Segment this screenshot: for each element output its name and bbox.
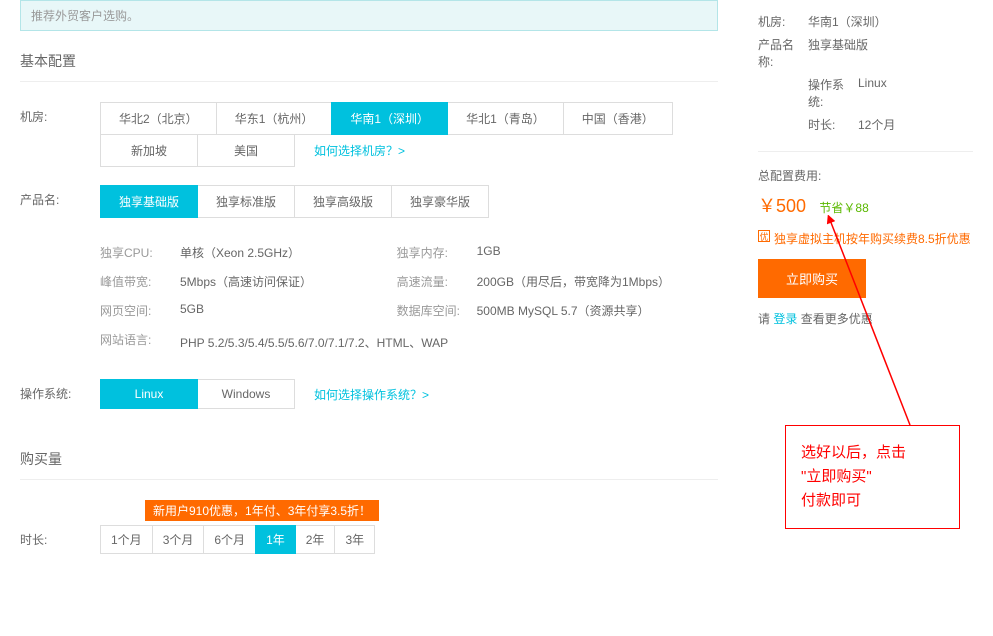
- notice-banner: 推荐外贸客户选购。: [20, 0, 718, 31]
- annotation-callout: 选好以后，点击 "立即购买" 付款即可: [785, 425, 960, 529]
- section-basic-config: 基本配置: [20, 41, 718, 82]
- spec-web-value: 5GB: [180, 302, 397, 319]
- product-tab-standard[interactable]: 独享标准版: [197, 185, 295, 218]
- spec-lang-label: 网站语言:: [100, 331, 180, 355]
- location-tab-hongkong[interactable]: 中国（香港）: [563, 102, 673, 135]
- duration-tab-1y[interactable]: 1年: [255, 525, 296, 554]
- summary-duration-value: 12个月: [858, 116, 973, 133]
- summary-location-value: 华南1（深圳）: [808, 13, 973, 30]
- label-product: 产品名:: [20, 185, 100, 208]
- location-tab-usa[interactable]: 美国: [197, 134, 295, 167]
- location-tab-hangzhou[interactable]: 华东1（杭州）: [216, 102, 333, 135]
- annotation-arrow: [800, 215, 960, 435]
- duration-promo-banner: 新用户910优惠，1年付、3年付享3.5折！: [145, 500, 379, 521]
- price-total-label: 总配置费用:: [758, 167, 973, 184]
- summary-product-value: 独享基础版: [808, 36, 973, 70]
- spec-lang-value: PHP 5.2/5.3/5.4/5.5/5.6/7.0/7.1/7.2、HTML…: [180, 331, 693, 355]
- summary-duration-label: 时长:: [808, 116, 858, 133]
- spec-traffic-value: 200GB（用尽后，带宽降为1Mbps）: [477, 273, 694, 290]
- notice-text: 推荐外贸客户选购。: [31, 9, 139, 23]
- summary-product-label: 产品名称:: [758, 36, 808, 70]
- spec-cpu-value: 单核（Xeon 2.5GHz）: [180, 244, 397, 261]
- spec-bw-value: 5Mbps（高速访问保证）: [180, 273, 397, 290]
- location-tab-qingdao[interactable]: 华北1（青岛）: [447, 102, 564, 135]
- label-os: 操作系统:: [20, 379, 100, 402]
- section-quantity: 购买量: [20, 439, 718, 480]
- spec-bw-label: 峰值带宽:: [100, 273, 180, 290]
- summary-os-value: Linux: [858, 76, 973, 110]
- os-tab-linux[interactable]: Linux: [100, 379, 198, 409]
- os-tab-windows[interactable]: Windows: [197, 379, 295, 409]
- location-tab-shenzhen[interactable]: 华南1（深圳）: [331, 102, 448, 135]
- spec-mem-label: 独享内存:: [397, 244, 477, 261]
- label-duration: 时长:: [20, 525, 100, 548]
- label-location: 机房:: [20, 102, 100, 125]
- location-tab-beijing[interactable]: 华北2（北京）: [100, 102, 217, 135]
- spec-cpu-label: 独享CPU:: [100, 244, 180, 261]
- duration-tab-3y[interactable]: 3年: [334, 525, 375, 554]
- spec-traffic-label: 高速流量:: [397, 273, 477, 290]
- product-tab-basic[interactable]: 独享基础版: [100, 185, 198, 218]
- spec-db-label: 数据库空间:: [397, 302, 477, 319]
- os-help-link[interactable]: 如何选择操作系统？>: [314, 386, 429, 403]
- duration-tab-3m[interactable]: 3个月: [152, 525, 205, 554]
- price-amount: ￥500: [758, 196, 806, 216]
- spec-mem-value: 1GB: [477, 244, 694, 261]
- summary-panel: 机房: 华南1（深圳） 产品名称: 独享基础版 操作系统: Linux 时长: …: [758, 10, 973, 136]
- duration-tab-6m[interactable]: 6个月: [203, 525, 256, 554]
- duration-tab-1m[interactable]: 1个月: [100, 525, 153, 554]
- spec-web-label: 网页空间:: [100, 302, 180, 319]
- summary-location-label: 机房:: [758, 13, 808, 30]
- product-tab-advanced[interactable]: 独享高级版: [294, 185, 392, 218]
- product-tab-deluxe[interactable]: 独享豪华版: [391, 185, 489, 218]
- summary-os-label: 操作系统:: [808, 76, 858, 110]
- price-save: 节省￥88: [819, 201, 868, 215]
- login-link[interactable]: 登录: [773, 312, 797, 326]
- location-tab-singapore[interactable]: 新加坡: [100, 134, 198, 167]
- promo-icon: 优: [758, 230, 770, 242]
- location-help-link[interactable]: 如何选择机房？>: [314, 142, 405, 159]
- duration-tab-2y[interactable]: 2年: [295, 525, 336, 554]
- spec-db-value: 500MB MySQL 5.7（资源共享）: [477, 302, 694, 319]
